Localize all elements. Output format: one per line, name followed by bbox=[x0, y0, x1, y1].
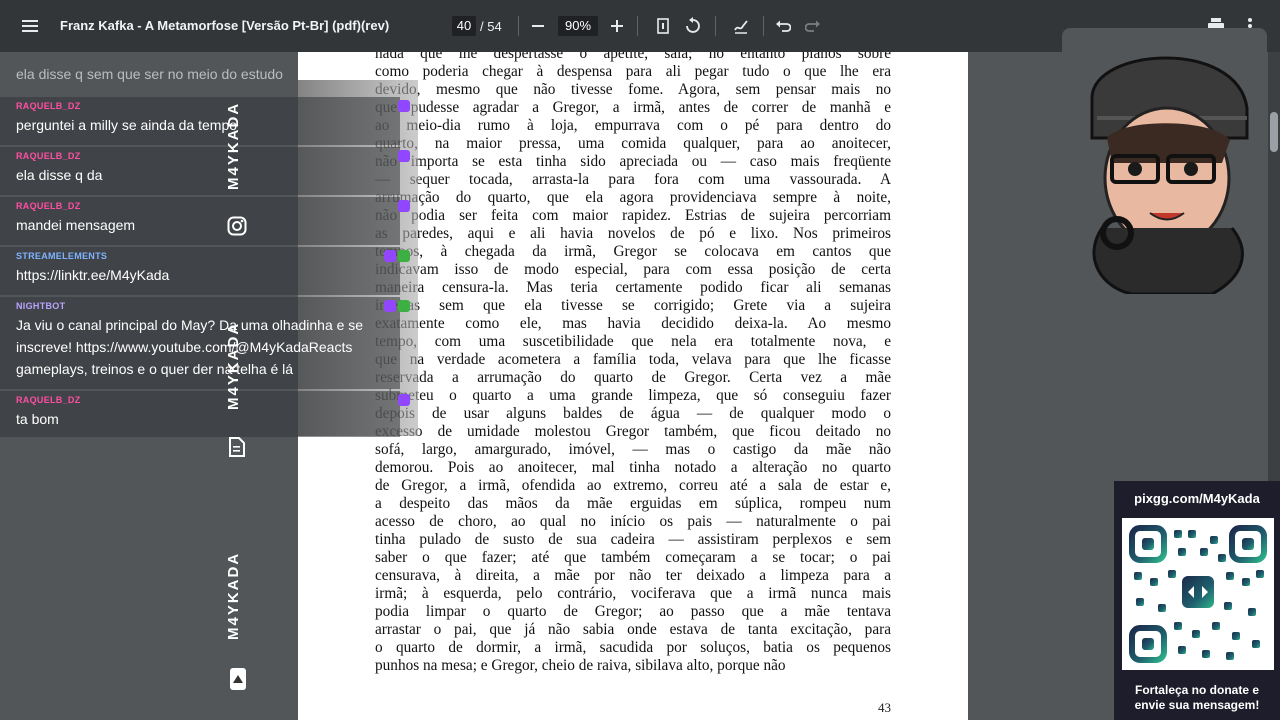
chat-message: STREAMELEMENTS https://linktr.ee/M4yKada bbox=[0, 247, 400, 295]
rotate-icon[interactable] bbox=[681, 14, 705, 38]
page-text-line: nada que lhe despertasse o apetite, saía… bbox=[375, 52, 891, 62]
donation-caption-line: envie sua mensagem! bbox=[1134, 698, 1260, 712]
page-text-line: não importa se esta tinha sido apreciada… bbox=[375, 153, 891, 170]
instagram-icon bbox=[227, 216, 247, 236]
page-text-line: tempo, com uma suscetibilidade que nela … bbox=[375, 333, 891, 350]
page-text-line: a despeito das mãos da mãe erguidas em s… bbox=[375, 495, 891, 512]
subscriber-badge-icon bbox=[398, 394, 410, 406]
document-icon bbox=[227, 437, 247, 457]
moderator-badge-icon bbox=[398, 300, 410, 312]
page-text-line: exatamente como ele, mas havia decidido … bbox=[375, 315, 891, 332]
chat-text: Ja viu o canal principal do May? Da uma … bbox=[16, 317, 364, 377]
fit-page-icon[interactable] bbox=[651, 14, 675, 38]
streamer-avatar bbox=[1062, 28, 1267, 294]
page-text-line: que pudesse agradar a Gregor, a irmã, an… bbox=[375, 99, 891, 116]
zoom-input[interactable]: 90% bbox=[558, 16, 598, 36]
watermark-text: M4YKADA bbox=[225, 321, 242, 410]
page-text-line: inteiras sem que ela tivesse se corrigid… bbox=[375, 297, 891, 314]
chat-message: RAQUELB_DZ perguntei a milly se ainda da… bbox=[0, 97, 400, 145]
page-text-line: tempos, à chegada da irmã, Gregor se col… bbox=[375, 243, 891, 260]
subscriber-badge-icon bbox=[398, 200, 410, 212]
chat-message: RAQUELB_DZ ta bom bbox=[0, 391, 400, 437]
page-text: nada que lhe despertasse o apetite, saía… bbox=[375, 52, 891, 675]
page-text-line: maneira censura-la. Mas teria certamente… bbox=[375, 279, 891, 296]
page-text-line: podia limpar o quarto de Gregor; ao pass… bbox=[375, 603, 891, 620]
page-text-line: sofá, largo, amargurado, imóvel, — mas o… bbox=[375, 441, 891, 458]
page-text-line: indicavam isso de modo especial, para co… bbox=[375, 261, 891, 278]
subscriber-badge-icon bbox=[398, 100, 410, 112]
chat-message: NIGHTBOT Ja viu o canal principal do May… bbox=[0, 297, 400, 389]
page-text-line: as paredes, aqui e ali havia novelos de … bbox=[375, 225, 891, 242]
qr-code-icon bbox=[1122, 518, 1274, 670]
page-text-line: depois de usar alguns baldes de água — d… bbox=[375, 405, 891, 422]
page-number-input[interactable]: 40 bbox=[452, 16, 476, 36]
page-text-line: reservada a arrumação do quarto de Grego… bbox=[375, 369, 891, 386]
donation-caption: Fortaleça no donate e envie sua mensagem… bbox=[1114, 683, 1280, 713]
zoom-out-icon[interactable] bbox=[526, 14, 550, 38]
chat-text: https://linktr.ee/M4yKada bbox=[16, 267, 170, 283]
chat-username: STREAMELEMENTS bbox=[16, 251, 108, 261]
page-text-line: de Gregor, a irmã, ofendida ao extremo, … bbox=[375, 477, 891, 494]
watermark-text: M4YKADA bbox=[225, 551, 242, 640]
chat-username: RAQUELB_DZ bbox=[16, 395, 81, 405]
verified-badge-icon bbox=[384, 250, 396, 262]
scrollbar-thumb[interactable] bbox=[1270, 112, 1278, 152]
chat-username: NIGHTBOT bbox=[16, 301, 66, 311]
page-text-line: ao meio-dia rumo à loja, empurrava com o… bbox=[375, 117, 891, 134]
subscriber-badge-icon bbox=[398, 150, 410, 162]
toolbar-divider bbox=[715, 16, 716, 36]
donation-caption-line: Fortaleça no donate e bbox=[1134, 683, 1260, 697]
page-text-line: não podia ser feita com maior rapidez. E… bbox=[375, 207, 891, 224]
up-arrow-icon bbox=[230, 668, 246, 690]
chat-username: RAQUELB_DZ bbox=[16, 151, 81, 161]
toolbar-divider bbox=[518, 16, 519, 36]
toolbar-divider bbox=[637, 16, 638, 36]
page-text-line: como poderia chegar à despensa para ali … bbox=[375, 63, 891, 80]
chat-username: RAQUELB_DZ bbox=[16, 201, 81, 211]
toolbar-divider bbox=[763, 16, 764, 36]
chat-message: RAQUELB_DZ mandei mensagem bbox=[0, 197, 400, 245]
page-text-line: devido, mesmo que não tivesse fome. Agor… bbox=[375, 81, 891, 98]
page-text-line: demorou. Pois ao anoitecer, mal tinha no… bbox=[375, 459, 891, 476]
page-text-line: excesso de umidade molestou Gregor també… bbox=[375, 423, 891, 440]
document-title: Franz Kafka - A Metamorfose [Versão Pt-B… bbox=[60, 18, 390, 33]
page-text-line: quarto, na maior pressa, uma comida qual… bbox=[375, 135, 891, 152]
page-text-line: arrastar o pai, que já não sabia onde es… bbox=[375, 621, 891, 638]
page-text-line: tinha pulado de susto de sua cadeira — a… bbox=[375, 531, 891, 548]
page-text-line: o quarto de dormir, a irmã, sacudida por… bbox=[375, 639, 891, 656]
chat-message-partial: ela disse q sem que ser no meio do estud… bbox=[16, 66, 283, 82]
page-text-line: submeteu o quarto a uma grande limpeza, … bbox=[375, 387, 891, 404]
donation-url: pixgg.com/M4yKada bbox=[1134, 491, 1260, 506]
page-text-line: irmã; à esquerda, pelo contrário, vocife… bbox=[375, 585, 891, 602]
page-text-line: que na verdade acometera a família toda,… bbox=[375, 351, 891, 368]
page-text-line: arrumação do quarto, que ela agora provi… bbox=[375, 189, 891, 206]
page-text-line: punhos na mesa; e Gregor, cheio de raiva… bbox=[375, 657, 786, 674]
zoom-in-icon[interactable] bbox=[605, 14, 629, 38]
printed-page-number: 43 bbox=[878, 700, 891, 715]
donation-qr-card: pixgg.com/M4yKada Fortaleça no donate e … bbox=[1114, 481, 1280, 720]
chat-username: RAQUELB_DZ bbox=[16, 101, 81, 111]
chat-text: perguntei a milly se ainda da tempo bbox=[16, 117, 238, 133]
page-total: / 54 bbox=[480, 19, 502, 34]
chat-message: RAQUELB_DZ ela disse q da bbox=[0, 147, 400, 195]
watermark-text: M4YKADA bbox=[225, 101, 242, 190]
chat-text: mandei mensagem bbox=[16, 217, 136, 233]
menu-icon[interactable] bbox=[18, 14, 42, 38]
chat-text: ela disse q da bbox=[16, 167, 103, 183]
page-text-line: — sequer tocada, arrasta-la para fora co… bbox=[375, 171, 891, 188]
page-text-line: acesso de choro, ao qual no início os pa… bbox=[375, 513, 891, 530]
page-text-line: censurava, à direita, a mãe por não ter … bbox=[375, 567, 891, 584]
annotate-icon[interactable] bbox=[729, 14, 753, 38]
verified-badge-icon bbox=[384, 300, 396, 312]
chat-text: ta bom bbox=[16, 411, 59, 427]
redo-icon[interactable] bbox=[801, 14, 825, 38]
page-text-line: saber o que fazer; até que também começa… bbox=[375, 549, 891, 566]
moderator-badge-icon bbox=[398, 250, 410, 262]
undo-icon[interactable] bbox=[771, 14, 795, 38]
